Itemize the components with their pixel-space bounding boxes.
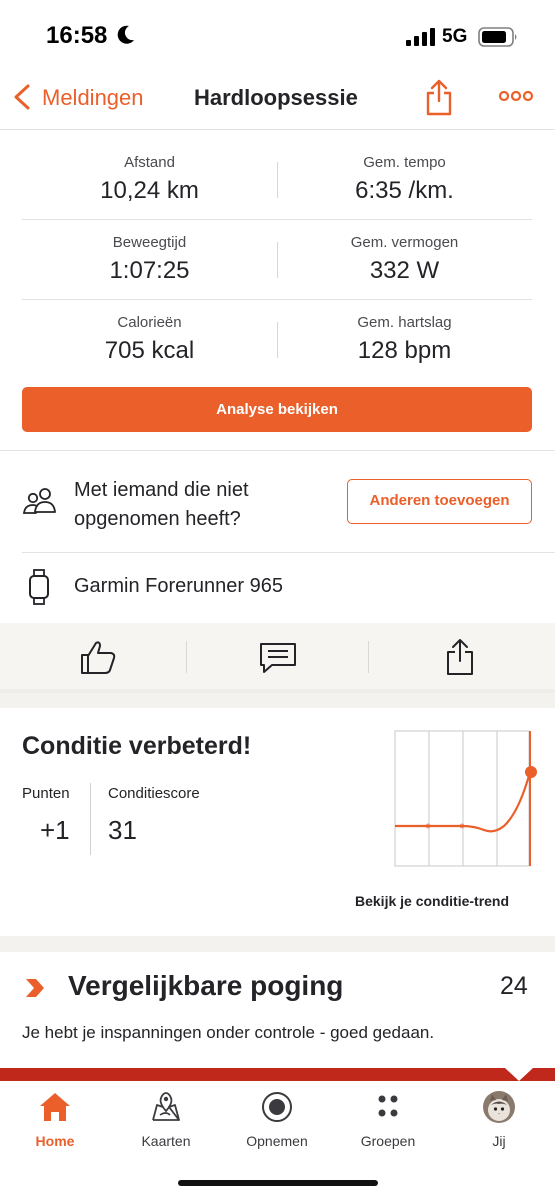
tab-groups[interactable]: Groepen [338, 1091, 438, 1151]
stat-distance: Afstand 10,24 km [22, 140, 277, 205]
avatar [483, 1091, 515, 1123]
chevron-left-icon[interactable] [12, 84, 32, 110]
back-button[interactable]: Meldingen [42, 85, 144, 111]
share-icon[interactable] [425, 78, 453, 116]
moon-icon [117, 25, 134, 44]
home-icon [40, 1093, 70, 1121]
divider [90, 783, 91, 855]
device-name: Garmin Forerunner 965 [74, 575, 283, 597]
stat-moving-time: Beweegtijd 1:07:25 [22, 220, 277, 285]
stat-label: Gem. vermogen [350, 234, 459, 251]
stat-value: 128 bpm [357, 337, 452, 364]
stat-value: 10,24 km [100, 177, 199, 204]
stat-calories: Calorieën 705 kcal [22, 300, 277, 365]
kudos-icon[interactable] [78, 637, 118, 677]
stat-value: 332 W [369, 257, 440, 284]
network-type: 5G [442, 26, 468, 47]
chevron-right-icon [26, 979, 44, 997]
similar-effort-description: Je hebt je inspanningen onder controle -… [22, 1023, 435, 1042]
tab-record[interactable]: Opnemen [227, 1091, 327, 1151]
watch-icon [29, 569, 49, 605]
stat-value: 1:07:25 [109, 257, 190, 284]
tag-prompt: Met iemand die niet opgenomen heeft? [74, 479, 249, 530]
tab-label: Groepen [360, 1133, 416, 1149]
record-icon [262, 1092, 292, 1122]
status-time: 16:58 [46, 22, 108, 49]
tab-label: Jij [492, 1133, 506, 1149]
add-others-button[interactable]: Anderen toevoegen [347, 479, 532, 524]
navigation-bar: Meldingen Hardloopsessie [0, 72, 555, 130]
divider [22, 552, 555, 553]
page-title: Hardloopsessie [194, 85, 358, 110]
stat-value: 705 kcal [104, 337, 195, 364]
tab-label: Kaarten [141, 1133, 191, 1149]
stat-value: 6:35 /km. [355, 177, 454, 204]
stats-row: Beweegtijd 1:07:25 Gem. vermogen 332 W [22, 220, 532, 300]
social-actions-bar [0, 623, 555, 693]
tab-label: Home [35, 1133, 75, 1149]
stat-label: Beweegtijd [112, 234, 187, 251]
groups-icon [378, 1095, 398, 1117]
similar-effort-count: 24 [500, 972, 528, 1000]
view-analysis-button[interactable]: Analyse bekijken [22, 387, 532, 432]
signal-icon [406, 28, 435, 46]
divider [186, 641, 187, 673]
share-icon[interactable] [440, 637, 480, 677]
points-value: +1 [40, 815, 70, 845]
fitness-trend-chart[interactable] [394, 730, 542, 868]
tab-strip [0, 1068, 555, 1081]
fitness-title: Conditie verbeterd! [22, 732, 252, 760]
more-icon[interactable] [498, 90, 534, 102]
points-label: Punten [22, 785, 70, 802]
tab-maps[interactable]: Kaarten [116, 1091, 216, 1151]
people-icon [23, 488, 56, 514]
status-bar: 16:58 5G [0, 0, 555, 72]
section-gap [0, 936, 555, 952]
divider [0, 450, 555, 451]
home-indicator [178, 1180, 378, 1186]
comment-icon[interactable] [258, 637, 298, 677]
stats-grid: Afstand 10,24 km Gem. tempo 6:35 /km. Be… [22, 140, 532, 380]
view-fitness-trend-link[interactable]: Bekijk je conditie-trend [355, 893, 509, 909]
fitness-score-value: 31 [108, 815, 137, 845]
stat-heart-rate: Gem. hartslag 128 bpm [277, 300, 532, 365]
stat-label: Afstand [124, 154, 175, 171]
fitness-score-label: Conditiescore [108, 785, 200, 802]
section-gap [0, 693, 555, 708]
stat-label: Gem. tempo [363, 154, 446, 171]
divider [368, 641, 369, 673]
stat-pace: Gem. tempo 6:35 /km. [277, 140, 532, 205]
stat-power: Gem. vermogen 332 W [277, 220, 532, 285]
tab-home[interactable]: Home [5, 1091, 105, 1151]
stat-label: Calorieën [117, 314, 182, 331]
stat-label: Gem. hartslag [357, 314, 452, 331]
similar-effort-title: Vergelijkbare poging [68, 970, 344, 1001]
stats-row: Afstand 10,24 km Gem. tempo 6:35 /km. [22, 140, 532, 220]
tab-you[interactable]: Jij [449, 1091, 549, 1151]
map-icon [152, 1092, 180, 1121]
stats-row: Calorieën 705 kcal Gem. hartslag 128 bpm [22, 300, 532, 380]
battery-icon [478, 27, 517, 47]
tab-label: Opnemen [246, 1133, 308, 1149]
tab-strip-notch [505, 1068, 533, 1081]
